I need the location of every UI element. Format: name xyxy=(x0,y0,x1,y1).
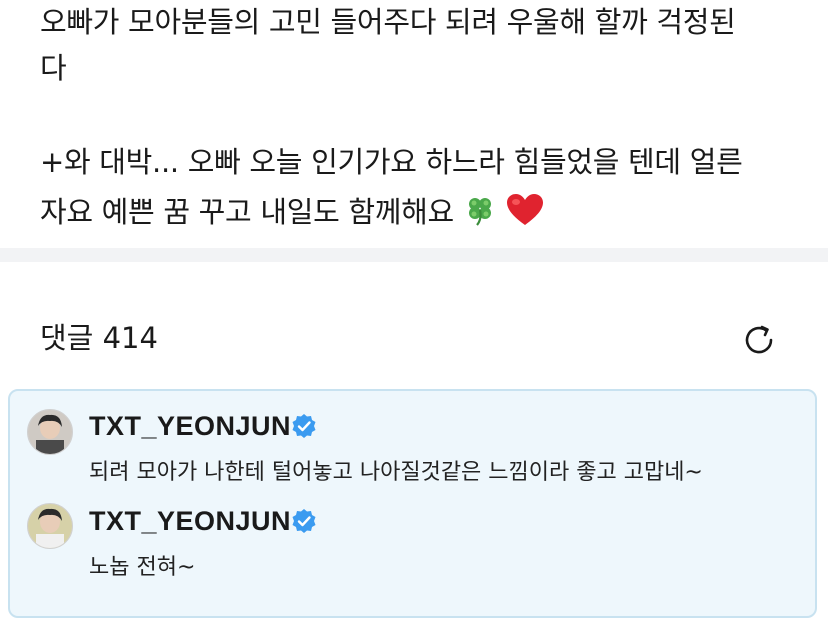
avatar[interactable] xyxy=(27,409,73,455)
reply-text: 되려 모아가 나한테 털어놓고 나아질것같은 느낌이라 좋고 고맙네~ xyxy=(89,460,703,485)
verified-badge-icon xyxy=(291,413,317,439)
verified-badge-icon xyxy=(291,508,317,534)
four-leaf-clover-icon xyxy=(463,193,497,235)
reply-text: 노놉 전혀~ xyxy=(89,555,196,580)
section-divider xyxy=(0,248,828,262)
post-body: 오빠가 모아분들의 고민 들어주다 되려 우울해 할까 걱정된 다 +와 대박.… xyxy=(0,0,828,248)
refresh-icon[interactable] xyxy=(740,321,778,359)
artist-replies-box: TXT_YEONJUN 되려 모아가 나한테 털어놓고 나아질것같은 느낌이라 … xyxy=(8,389,817,618)
reply-author[interactable]: TXT_YEONJUN xyxy=(89,410,291,442)
post-text: 자요 예쁜 꿈 꾸고 내일도 함께해요 xyxy=(40,195,454,229)
post-text-line: 다 xyxy=(40,51,67,85)
post-text-line: 오빠가 모아분들의 고민 들어주다 되려 우울해 할까 걱정된 xyxy=(40,5,736,39)
red-heart-icon xyxy=(506,193,544,235)
avatar[interactable] xyxy=(27,503,73,549)
post-text-line-with-emoji: 자요 예쁜 꿈 꾸고 내일도 함께해요 xyxy=(40,193,544,235)
post-text-line: +와 대박... 오빠 오늘 인기가요 하느라 힘들었을 텐데 얼른 xyxy=(40,145,743,179)
reply-author[interactable]: TXT_YEONJUN xyxy=(89,505,291,537)
comments-count-header: 댓글 414 xyxy=(40,321,158,355)
